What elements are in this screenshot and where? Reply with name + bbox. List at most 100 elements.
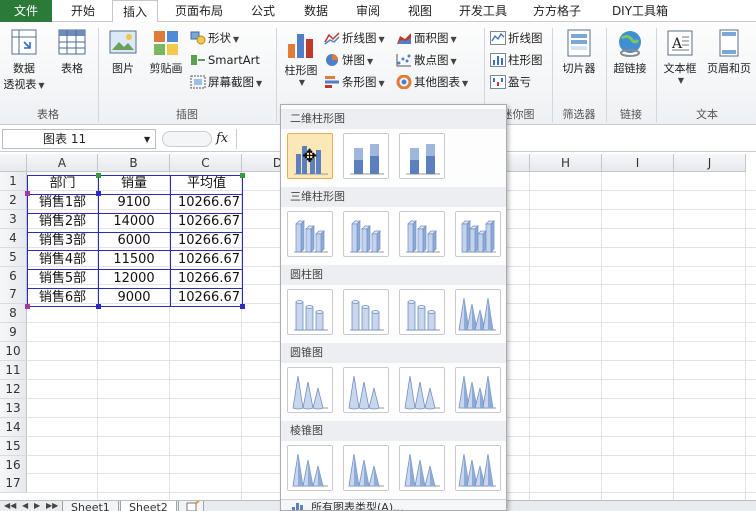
range-handle[interactable] (96, 304, 101, 309)
column-chart-button[interactable]: 柱形图 ▼ (280, 28, 322, 87)
chart-type-cone3d[interactable] (455, 367, 501, 413)
sparkline-line-button[interactable]: 折线图 (490, 28, 543, 48)
tab-diy-toolbox[interactable]: DIY工具箱 (598, 0, 682, 22)
tab-view[interactable]: 视图 (398, 0, 442, 22)
chart-type-cyl3d[interactable] (455, 289, 501, 335)
tab-fangfang[interactable]: 方方格子 (524, 0, 590, 22)
column-header[interactable]: H (530, 154, 602, 172)
row-header[interactable]: 8 (0, 304, 27, 324)
grid-line (745, 172, 746, 500)
slicer-button[interactable]: 切片器 (556, 28, 602, 76)
row-header[interactable]: 3 (0, 209, 27, 229)
formula-bar-splitter[interactable] (162, 131, 212, 147)
area-chart-label: 面积图 (414, 31, 449, 45)
new-sheet-button[interactable] (178, 501, 204, 511)
chart-type-pyr-cluster[interactable] (287, 445, 333, 491)
hyperlink-button[interactable]: 超链接 (608, 28, 652, 76)
last-sheet-icon[interactable]: ▶▶ (46, 501, 58, 510)
smartart-button[interactable]: SmartArt (190, 50, 260, 70)
column-header[interactable]: A (27, 154, 98, 172)
chart-type-cyl-cluster[interactable] (287, 289, 333, 335)
chart-type-pyr-100[interactable] (399, 445, 445, 491)
sparkline-column-button[interactable]: 柱形图 (490, 50, 543, 70)
sparkline-winloss-button[interactable]: 盈亏 (490, 72, 531, 92)
range-handle[interactable] (96, 191, 101, 196)
range-handle[interactable] (240, 304, 245, 309)
table-button[interactable]: 表格 (52, 28, 92, 76)
column-header[interactable]: B (98, 154, 170, 172)
area-chart-button[interactable]: 面积图 ▼ (396, 28, 457, 48)
all-chart-types-link[interactable]: 所有图表类型(A)... (281, 499, 506, 510)
row-header[interactable]: 2 (0, 190, 27, 210)
tab-insert[interactable]: 插入 (112, 0, 158, 23)
row-header[interactable]: 1 (0, 172, 27, 191)
chart-type-col3d-100[interactable] (399, 211, 445, 257)
name-box-dropdown-icon[interactable]: ▼ (144, 135, 150, 144)
row-header[interactable]: 16 (0, 455, 27, 475)
chart-type-cyl-stack[interactable] (343, 289, 389, 335)
line-chart-button[interactable]: 折线图 ▼ (324, 28, 385, 48)
row-header[interactable]: 17 (0, 474, 27, 494)
scatter-chart-button[interactable]: 散点图 ▼ (396, 50, 457, 70)
row-header[interactable]: 6 (0, 266, 27, 286)
range-handle[interactable] (240, 173, 245, 178)
name-box[interactable]: 图表 11 (2, 129, 156, 149)
chart-type-col2d-100[interactable] (399, 133, 445, 179)
column-header[interactable]: I (602, 154, 674, 172)
column-header[interactable]: J (674, 154, 746, 172)
clipart-button[interactable]: 剪贴画 (144, 28, 188, 76)
group-separator (656, 28, 657, 122)
chart-type-col3d-cluster[interactable] (287, 211, 333, 257)
tab-home[interactable]: 开始 (58, 0, 108, 22)
chart-type-cone-cluster[interactable] (287, 367, 333, 413)
chart-type-cone-100[interactable] (399, 367, 445, 413)
column-header[interactable]: C (170, 154, 242, 172)
picture-button[interactable]: 图片 (104, 28, 142, 76)
range-handle[interactable] (25, 191, 30, 196)
sheet-tab-sheet1[interactable]: Sheet1 (62, 501, 119, 511)
chart-type-col2d-cluster[interactable]: ✥ (287, 133, 333, 179)
tab-formulas[interactable]: 公式 (240, 0, 286, 22)
row-header[interactable]: 14 (0, 417, 27, 437)
chart-type-col3d[interactable] (455, 211, 501, 257)
row-header[interactable]: 5 (0, 247, 27, 267)
tab-review[interactable]: 审阅 (346, 0, 390, 22)
tab-developer[interactable]: 开发工具 (450, 0, 516, 22)
chart-type-pyr3d[interactable] (455, 445, 501, 491)
bar-chart-button[interactable]: 条形图 ▼ (324, 72, 385, 92)
tab-page-layout[interactable]: 页面布局 (166, 0, 232, 22)
chart-type-col3d-stack[interactable] (343, 211, 389, 257)
other-charts-button[interactable]: 其他图表 ▼ (396, 72, 468, 92)
row-header[interactable]: 12 (0, 379, 27, 399)
pivot-table-button[interactable]: 数据 透视表 ▼ (2, 28, 46, 92)
select-all-corner[interactable] (0, 154, 27, 172)
prev-sheet-icon[interactable]: ◀ (22, 501, 28, 510)
row-header[interactable]: 7 (0, 285, 27, 305)
pie-chart-button[interactable]: 饼图 ▼ (324, 50, 373, 70)
tab-file[interactable]: 文件 (0, 0, 52, 22)
scatter-chart-label: 散点图 (414, 53, 449, 67)
shapes-button[interactable]: 形状 ▼ (190, 28, 239, 48)
chart-type-cyl-100[interactable] (399, 289, 445, 335)
chart-type-pyr-stack[interactable] (343, 445, 389, 491)
row-header[interactable]: 11 (0, 361, 27, 380)
chart-type-cone-stack[interactable] (343, 367, 389, 413)
insert-function-icon[interactable]: fx (216, 131, 228, 146)
row-header[interactable]: 10 (0, 342, 27, 362)
sheet-tab-sheet2[interactable]: Sheet2 (120, 501, 177, 511)
row-header[interactable]: 15 (0, 436, 27, 456)
range-handle[interactable] (96, 173, 101, 178)
row-header[interactable]: 4 (0, 228, 27, 248)
first-sheet-icon[interactable]: ◀◀ (4, 501, 16, 510)
next-sheet-icon[interactable]: ▶ (34, 501, 40, 510)
screenshot-button[interactable]: 屏幕截图 ▼ (190, 72, 262, 92)
header-footer-button[interactable]: 页眉和页 (702, 28, 756, 76)
range-handle[interactable] (25, 304, 30, 309)
textbox-button[interactable]: A 文本框 ▼ (658, 28, 702, 85)
row-header[interactable]: 13 (0, 398, 27, 418)
chart-type-col2d-stack[interactable] (343, 133, 389, 179)
data-range-line (27, 288, 243, 289)
row-header[interactable]: 9 (0, 323, 27, 343)
tab-data[interactable]: 数据 (294, 0, 338, 22)
group-separator (552, 28, 553, 122)
